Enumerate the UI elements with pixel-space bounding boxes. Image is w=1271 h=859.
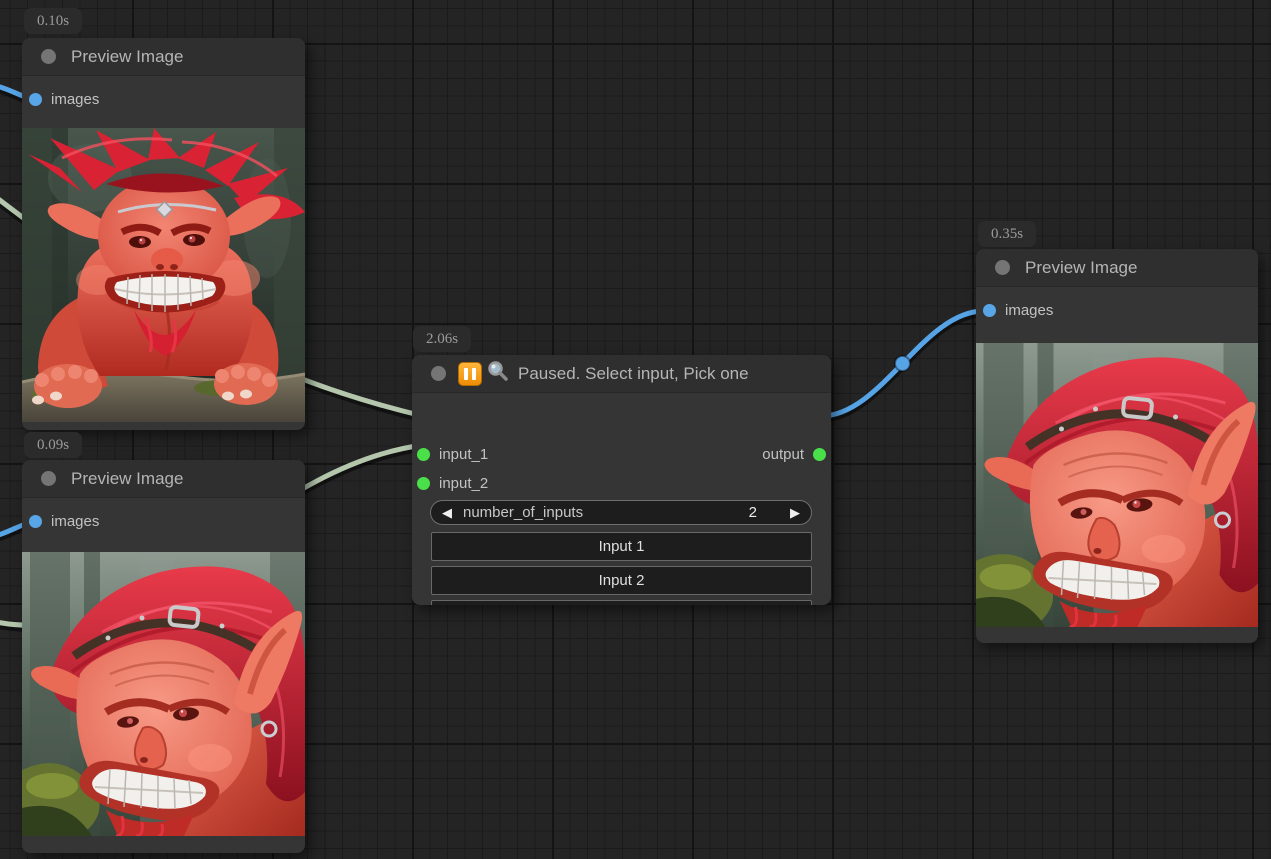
node-title: Preview Image — [1025, 258, 1137, 278]
output-slot-dot[interactable] — [813, 448, 826, 461]
node-header[interactable]: Preview Image — [22, 460, 305, 498]
node-preview-image-1[interactable]: Preview Image images — [22, 38, 305, 430]
widget-value: 2 — [749, 504, 757, 521]
preview-image — [22, 128, 305, 422]
slot-label: images — [1005, 302, 1053, 319]
input-slot-dot[interactable] — [983, 304, 996, 317]
collapse-dot-icon[interactable] — [41, 49, 56, 64]
node-header[interactable]: Preview Image — [22, 38, 305, 76]
link-midpoint-handle[interactable] — [895, 356, 910, 371]
input-1-button[interactable]: Input 1 — [431, 532, 812, 561]
node-title: Preview Image — [71, 47, 183, 67]
node-title: Preview Image — [71, 469, 183, 489]
node-title: Paused. Select input, Pick one — [518, 364, 749, 384]
collapse-dot-icon[interactable] — [41, 471, 56, 486]
magnifier-icon — [486, 359, 510, 388]
slot-label: input_2 — [439, 475, 488, 492]
slot-label: output — [762, 446, 804, 463]
node-pick-input[interactable]: Paused. Select input, Pick one input_1 i… — [412, 355, 831, 605]
decrement-arrow-icon[interactable]: ◀ — [431, 501, 463, 524]
input-slot-dot[interactable] — [417, 477, 430, 490]
execution-time-badge: 0.10s — [24, 8, 82, 34]
node-preview-image-2[interactable]: Preview Image images — [22, 460, 305, 853]
execution-time-badge: 0.35s — [978, 221, 1036, 247]
slot-label: images — [51, 513, 99, 530]
node-header[interactable]: Preview Image — [976, 249, 1258, 287]
collapse-dot-icon[interactable] — [995, 260, 1010, 275]
slot-label: images — [51, 91, 99, 108]
node-preview-image-3[interactable]: Preview Image images — [976, 249, 1258, 643]
node-header[interactable]: Paused. Select input, Pick one — [412, 355, 831, 393]
node-graph-canvas[interactable]: { "colors": { "link_image": "#56a4e6", "… — [0, 0, 1271, 859]
collapse-dot-icon[interactable] — [431, 366, 446, 381]
input-slot-dot[interactable] — [417, 448, 430, 461]
input-slot-dot[interactable] — [29, 93, 42, 106]
input-slot-dot[interactable] — [29, 515, 42, 528]
slot-label: input_1 — [439, 446, 488, 463]
preview-image — [22, 552, 305, 836]
number-of-inputs-widget[interactable]: ◀ number_of_inputs 2 ▶ — [430, 500, 812, 525]
pause-icon — [458, 362, 482, 386]
stop-button[interactable]: Stop — [431, 600, 812, 605]
execution-time-badge: 2.06s — [413, 326, 471, 352]
increment-arrow-icon[interactable]: ▶ — [779, 501, 811, 524]
preview-image — [976, 343, 1258, 627]
execution-time-badge: 0.09s — [24, 432, 82, 458]
input-2-button[interactable]: Input 2 — [431, 566, 812, 595]
widget-label: number_of_inputs — [463, 504, 749, 521]
link-wire — [821, 311, 984, 416]
